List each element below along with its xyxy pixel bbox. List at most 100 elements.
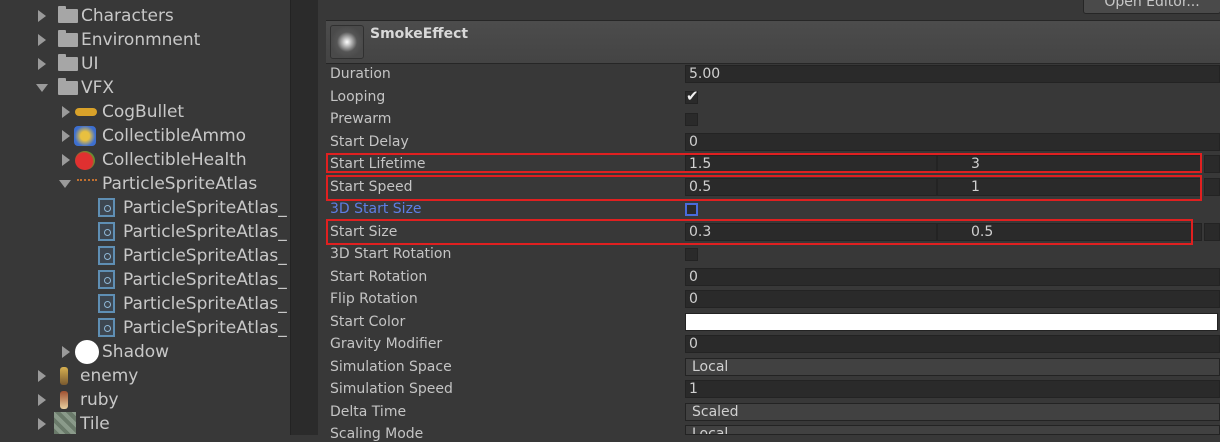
checkmark-icon: ✔ bbox=[686, 87, 699, 105]
3d-start-rotation-label: 3D Start Rotation bbox=[330, 246, 452, 262]
sprite-icon bbox=[98, 270, 115, 289]
tree-item-collectibleammo[interactable]: CollectibleAmmo bbox=[62, 124, 246, 148]
tree-item-label: Environmnent bbox=[81, 30, 201, 50]
looping-label: Looping bbox=[330, 89, 386, 105]
tree-item-label: ParticleSpriteAtlas_ bbox=[123, 270, 287, 290]
curve-mode-dropdown[interactable] bbox=[1204, 223, 1220, 241]
start-size-min-field[interactable]: 0.3 bbox=[685, 223, 937, 241]
tree-item-atlas-sprite[interactable]: ParticleSpriteAtlas_ bbox=[98, 244, 287, 268]
expand-arrow-icon[interactable] bbox=[38, 10, 46, 22]
simulation-space-dropdown[interactable]: Local bbox=[685, 358, 1220, 376]
expand-arrow-icon[interactable] bbox=[38, 370, 46, 382]
ammo-icon bbox=[74, 126, 96, 146]
tree-item-ui[interactable]: UI bbox=[38, 52, 98, 76]
folder-icon bbox=[58, 54, 78, 71]
cog-bullet-icon bbox=[75, 108, 97, 116]
tree-item-label: Tile bbox=[80, 414, 110, 434]
enemy-icon bbox=[60, 367, 68, 385]
expand-arrow-icon[interactable] bbox=[38, 418, 46, 430]
start-rotation-label: Start Rotation bbox=[330, 269, 428, 285]
tree-item-atlas-sprite[interactable]: ParticleSpriteAtlas_ bbox=[98, 316, 287, 340]
tree-item-cogbullet[interactable]: CogBullet bbox=[62, 100, 184, 124]
curve-mode-dropdown[interactable] bbox=[1204, 155, 1220, 173]
open-editor-button[interactable]: Open Editor... bbox=[1083, 0, 1220, 14]
expand-arrow-icon[interactable] bbox=[38, 394, 46, 406]
sprite-icon bbox=[98, 294, 115, 313]
tree-item-enemy[interactable]: enemy bbox=[38, 364, 138, 388]
simulation-space-label: Simulation Space bbox=[330, 359, 452, 375]
tile-icon bbox=[54, 412, 76, 434]
tree-item-label: ParticleSpriteAtlas_ bbox=[123, 294, 287, 314]
tree-item-shadow[interactable]: Shadow bbox=[62, 340, 169, 364]
tree-item-label: CogBullet bbox=[102, 102, 185, 122]
tree-item-atlas-sprite[interactable]: ParticleSpriteAtlas_ bbox=[98, 220, 287, 244]
scaling-mode-dropdown[interactable]: Local bbox=[685, 425, 1220, 435]
shadow-icon bbox=[75, 340, 99, 364]
expand-arrow-icon[interactable] bbox=[62, 346, 70, 358]
tree-item-atlas-sprite[interactable]: ParticleSpriteAtlas_ bbox=[98, 292, 287, 316]
flip-rotation-field[interactable]: 0 bbox=[685, 290, 1220, 308]
collapse-arrow-icon[interactable] bbox=[36, 84, 48, 92]
looping-checkbox[interactable]: ✔ bbox=[685, 87, 699, 105]
sprite-atlas-icon bbox=[77, 179, 97, 185]
tree-item-label: Shadow bbox=[102, 342, 170, 362]
particle-system-icon bbox=[330, 25, 364, 59]
tree-item-label: VFX bbox=[81, 78, 115, 98]
tree-item-ruby[interactable]: ruby bbox=[38, 388, 119, 412]
3d-start-size-checkbox[interactable] bbox=[685, 203, 698, 216]
project-tree: Characters Environmnent UI VFX CogBullet… bbox=[0, 0, 290, 435]
tree-item-vfx[interactable]: VFX bbox=[36, 76, 114, 100]
tree-item-label: ParticleSpriteAtlas_ bbox=[123, 222, 287, 242]
panel-splitter[interactable] bbox=[290, 0, 320, 435]
expand-arrow-icon[interactable] bbox=[62, 154, 70, 166]
module-header[interactable]: SmokeEffect bbox=[326, 20, 1220, 64]
start-lifetime-min-field[interactable]: 1.5 bbox=[685, 155, 937, 173]
tree-item-label: ParticleSpriteAtlas_ bbox=[123, 318, 287, 338]
simulation-speed-label: Simulation Speed bbox=[330, 381, 453, 397]
start-lifetime-max-field[interactable]: 3 bbox=[937, 155, 1202, 173]
tree-item-characters[interactable]: Characters bbox=[38, 4, 174, 28]
tree-item-collectiblehealth[interactable]: CollectibleHealth bbox=[62, 148, 247, 172]
start-speed-max-field[interactable]: 1 bbox=[937, 178, 1202, 196]
simulation-speed-field[interactable]: 1 bbox=[685, 380, 1220, 398]
start-size-label: Start Size bbox=[330, 224, 398, 240]
delta-time-dropdown[interactable]: Scaled bbox=[685, 403, 1220, 421]
sprite-icon bbox=[98, 246, 115, 265]
duration-label: Duration bbox=[330, 66, 391, 82]
expand-arrow-icon[interactable] bbox=[62, 130, 70, 142]
tree-item-tile[interactable]: Tile bbox=[38, 412, 110, 435]
tree-item-atlas-sprite[interactable]: ParticleSpriteAtlas_ bbox=[98, 268, 287, 292]
ruby-icon bbox=[60, 391, 68, 409]
start-size-max-field[interactable]: 0.5 bbox=[937, 223, 1202, 241]
tree-item-label: ParticleSpriteAtlas_ bbox=[123, 246, 287, 266]
start-speed-min-field[interactable]: 0.5 bbox=[685, 178, 937, 196]
start-delay-field[interactable]: 0 bbox=[685, 133, 1220, 151]
tree-item-environment[interactable]: Environmnent bbox=[38, 28, 200, 52]
folder-icon bbox=[58, 78, 78, 95]
start-delay-label: Start Delay bbox=[330, 134, 409, 150]
collapse-arrow-icon[interactable] bbox=[59, 180, 71, 188]
prewarm-checkbox[interactable] bbox=[685, 113, 698, 126]
start-color-swatch[interactable] bbox=[685, 313, 1218, 331]
sprite-icon bbox=[98, 198, 115, 217]
expand-arrow-icon[interactable] bbox=[62, 106, 70, 118]
duration-field[interactable]: 5.00 bbox=[685, 65, 1220, 83]
expand-arrow-icon[interactable] bbox=[38, 34, 46, 46]
start-speed-label: Start Speed bbox=[330, 179, 413, 195]
gravity-modifier-field[interactable]: 0 bbox=[685, 335, 1220, 353]
folder-icon bbox=[58, 6, 78, 23]
folder-icon bbox=[58, 30, 78, 47]
delta-time-label: Delta Time bbox=[330, 404, 407, 420]
sprite-icon bbox=[98, 318, 115, 337]
tree-item-particlespriteatlas[interactable]: ParticleSpriteAtlas bbox=[59, 172, 257, 196]
health-icon bbox=[75, 151, 95, 170]
scaling-mode-label: Scaling Mode bbox=[330, 426, 424, 442]
start-lifetime-label: Start Lifetime bbox=[330, 156, 426, 172]
curve-mode-dropdown[interactable] bbox=[1204, 178, 1220, 196]
3d-start-rotation-checkbox[interactable] bbox=[685, 248, 698, 261]
prewarm-label: Prewarm bbox=[330, 111, 392, 127]
expand-arrow-icon[interactable] bbox=[38, 58, 46, 70]
tree-item-atlas-sprite[interactable]: ParticleSpriteAtlas_ bbox=[98, 196, 287, 220]
start-rotation-field[interactable]: 0 bbox=[685, 268, 1220, 286]
tree-item-label: CollectibleAmmo bbox=[102, 126, 247, 146]
